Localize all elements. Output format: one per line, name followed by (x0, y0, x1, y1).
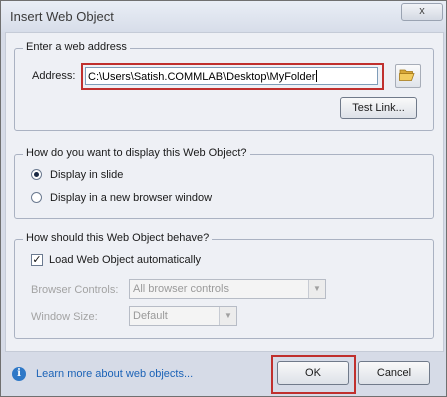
window-size-select[interactable]: Default ▼ (129, 306, 237, 326)
close-button[interactable]: x (401, 3, 443, 21)
text-caret (316, 70, 318, 82)
load-automatically-checkbox[interactable]: ✓ (31, 254, 43, 266)
window-size-value: Default (133, 310, 168, 322)
radio-display-new-window-label: Display in a new browser window (50, 192, 213, 204)
dialog-title: Insert Web Object (10, 9, 114, 24)
address-label: Address: (32, 70, 76, 82)
radio-display-new-window[interactable] (31, 192, 42, 203)
address-group-legend: Enter a web address (23, 41, 130, 53)
test-link-button[interactable]: Test Link... (340, 97, 417, 119)
chevron-down-icon: ▼ (308, 280, 325, 298)
browser-controls-select[interactable]: All browser controls ▼ (129, 279, 326, 299)
learn-more-link[interactable]: Learn more about web objects... (36, 368, 193, 380)
window-size-label: Window Size: (31, 311, 98, 323)
folder-open-icon (399, 69, 415, 81)
cancel-button[interactable]: Cancel (358, 361, 430, 385)
behave-group-legend: How should this Web Object behave? (23, 232, 213, 244)
insert-web-object-dialog: Insert Web Object x Enter a web address … (0, 0, 447, 397)
browser-controls-value: All browser controls (133, 283, 229, 295)
checkmark-icon: ✓ (32, 254, 42, 266)
address-group: Enter a web address Address: C:\Users\Sa… (14, 41, 434, 131)
display-group-legend: How do you want to display this Web Obje… (23, 147, 250, 159)
browser-controls-label: Browser Controls: (31, 284, 119, 296)
info-icon: i (12, 367, 26, 381)
address-value: C:\Users\Satish.COMMLAB\Desktop\MyFolder (88, 71, 316, 83)
chevron-down-icon: ▼ (219, 307, 236, 325)
ok-button[interactable]: OK (277, 361, 349, 385)
load-automatically-label: Load Web Object automatically (49, 254, 202, 266)
browse-folder-button[interactable] (395, 64, 421, 88)
dialog-content: Enter a web address Address: C:\Users\Sa… (5, 32, 444, 352)
dialog-footer: i Learn more about web objects... OK Can… (1, 351, 446, 396)
display-group: How do you want to display this Web Obje… (14, 147, 434, 219)
radio-display-in-slide[interactable] (31, 169, 42, 180)
address-input[interactable]: C:\Users\Satish.COMMLAB\Desktop\MyFolder (85, 67, 378, 85)
radio-display-in-slide-label: Display in slide (50, 169, 124, 181)
close-icon: x (419, 5, 425, 17)
title-bar: Insert Web Object x (1, 1, 446, 32)
behave-group: How should this Web Object behave? ✓ Loa… (14, 232, 434, 339)
